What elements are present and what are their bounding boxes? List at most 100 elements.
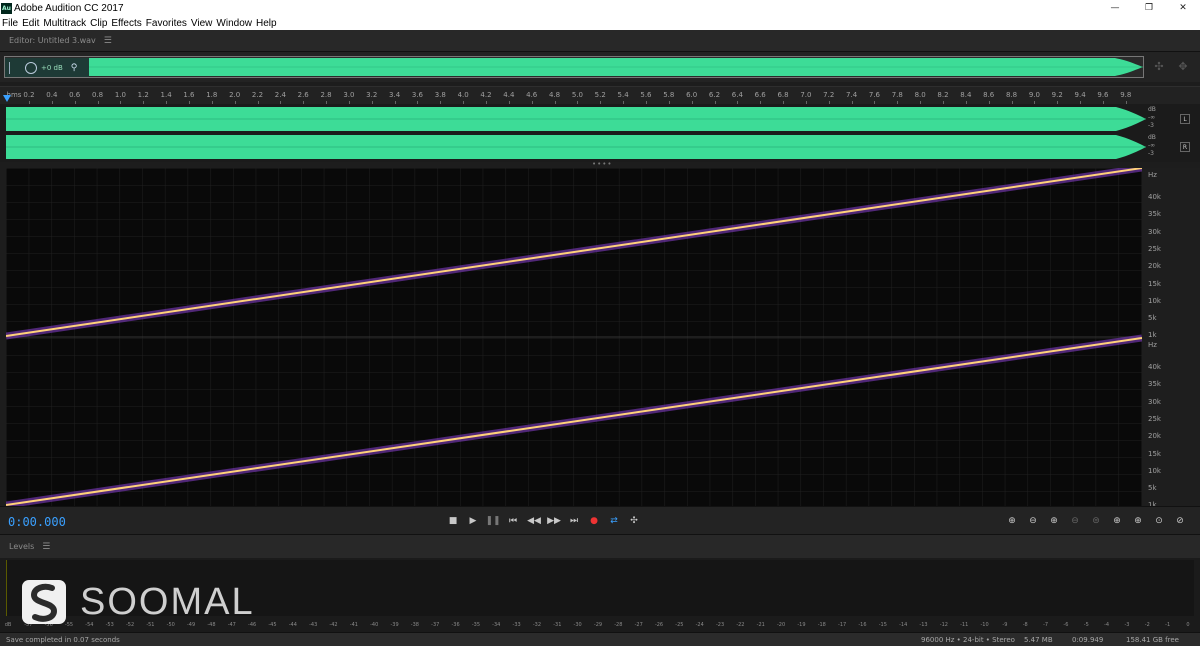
levels-menu-icon[interactable]: ☰ bbox=[42, 542, 50, 552]
frequency-unit-label: Hz bbox=[1148, 171, 1157, 179]
fast-forward-button[interactable]: ▶▶ bbox=[546, 514, 562, 528]
status-bar: Save completed in 0.07 seconds 96000 Hz … bbox=[0, 632, 1200, 646]
level-scale-label: -9 bbox=[1002, 622, 1008, 628]
record-button[interactable]: ● bbox=[586, 514, 602, 528]
menu-edit[interactable]: Edit bbox=[22, 18, 39, 29]
menu-clip[interactable]: Clip bbox=[90, 18, 107, 29]
soomal-logo-icon bbox=[22, 580, 66, 624]
rewind-button[interactable]: ◀◀ bbox=[526, 514, 542, 528]
ruler-label: 9.6 bbox=[1097, 91, 1109, 99]
menu-favorites[interactable]: Favorites bbox=[146, 18, 187, 29]
ruler-label: 9.4 bbox=[1074, 91, 1086, 99]
level-scale-label: -42 bbox=[329, 622, 338, 628]
zoom-out-amplitude-icon[interactable]: ⊖ bbox=[1025, 514, 1041, 528]
left-channel-toggle[interactable]: L bbox=[1180, 114, 1190, 124]
free-space: 158.41 GB free bbox=[1126, 636, 1179, 644]
skip-to-end-button[interactable]: ⏭ bbox=[566, 514, 582, 528]
ruler-label: 8.0 bbox=[914, 91, 926, 99]
maximize-button[interactable]: ❐ bbox=[1132, 0, 1166, 16]
ruler-label: 8.2 bbox=[937, 91, 949, 99]
sample-format: 96000 Hz • 24-bit • Stereo bbox=[921, 636, 1015, 644]
level-scale-label: -27 bbox=[634, 622, 643, 628]
current-time-display[interactable]: 0:00.000 bbox=[8, 515, 66, 529]
zoom-in-amplitude-icon[interactable]: ⊕ bbox=[1004, 514, 1020, 528]
level-scale-label: -20 bbox=[777, 622, 786, 628]
editor-panel-header: Editor: Untitled 3.wav ☰ bbox=[0, 30, 1200, 52]
frequency-label: 20k bbox=[1148, 432, 1161, 441]
zoom-in-time-icon[interactable]: ⊕ bbox=[1046, 514, 1062, 528]
level-scale-label: -1 bbox=[1165, 622, 1171, 628]
ruler-label: 5.2 bbox=[594, 91, 606, 99]
right-channel-toggle[interactable]: R bbox=[1180, 142, 1190, 152]
level-scale-label: -22 bbox=[736, 622, 745, 628]
ruler-label: 7.8 bbox=[891, 91, 903, 99]
waveform-view[interactable]: dB -∞ -3 dB -∞ -3 L R bbox=[0, 104, 1200, 162]
level-scale-label: -10 bbox=[980, 622, 989, 628]
level-scale-label: -14 bbox=[899, 622, 908, 628]
left-channel-waveform[interactable] bbox=[6, 106, 1146, 132]
minimize-button[interactable]: — bbox=[1098, 0, 1132, 16]
loop-playback-button[interactable]: ⇄ bbox=[606, 514, 622, 528]
level-scale-label: -2 bbox=[1144, 622, 1150, 628]
zoom-out-full-icon[interactable]: ⊜ bbox=[1088, 514, 1104, 528]
file-size: 5.47 MB bbox=[1024, 636, 1053, 644]
level-scale-label: -13 bbox=[919, 622, 928, 628]
level-scale-label: -34 bbox=[492, 622, 501, 628]
right-channel-waveform[interactable] bbox=[6, 134, 1146, 160]
ruler-label: 1.0 bbox=[114, 91, 126, 99]
level-scale-label: -28 bbox=[614, 622, 623, 628]
zoom-in-right-edge-icon[interactable]: ⊕ bbox=[1130, 514, 1146, 528]
zoom-selection-icon[interactable]: ⊙ bbox=[1151, 514, 1167, 528]
ruler-label: 6.8 bbox=[777, 91, 789, 99]
ruler-label: 4.8 bbox=[548, 91, 561, 99]
zoom-reset-time-icon[interactable]: ⊘ bbox=[1172, 514, 1188, 528]
skip-selection-button[interactable]: ✣ bbox=[626, 514, 642, 528]
panel-resize-handle[interactable]: •••• bbox=[592, 160, 613, 168]
menu-effects[interactable]: Effects bbox=[111, 18, 141, 29]
gain-knob[interactable] bbox=[25, 61, 37, 74]
left-db-scale: dB -∞ -3 bbox=[1148, 106, 1170, 132]
overview-waveform[interactable]: +0 dB ⚲ bbox=[4, 56, 1144, 78]
frequency-label: 5k bbox=[1148, 484, 1157, 493]
overview-wave-shape bbox=[5, 58, 1143, 76]
soomal-logo-shape bbox=[30, 583, 58, 622]
ruler-label: 0.4 bbox=[46, 91, 58, 99]
close-button[interactable]: ✕ bbox=[1166, 0, 1200, 16]
level-scale-label: -38 bbox=[410, 622, 419, 628]
menu-help[interactable]: Help bbox=[256, 18, 277, 29]
stop-button[interactable]: ■ bbox=[445, 514, 461, 528]
level-scale-label: -44 bbox=[288, 622, 297, 628]
spectral-frequency-display[interactable] bbox=[6, 168, 1142, 506]
level-scale-label: dB bbox=[4, 622, 12, 628]
menu-window[interactable]: Window bbox=[216, 18, 252, 29]
editor-title[interactable]: Editor: Untitled 3.wav bbox=[9, 36, 96, 45]
level-scale-label: -8 bbox=[1022, 622, 1028, 628]
ruler-label: 5.6 bbox=[640, 91, 652, 99]
time-ruler[interactable]: hms 0.2 0.4 0.6 0.8 1.0 1.2 1.4 1.6 1.8 2.0 2.2 2.4… bbox=[0, 86, 1200, 105]
zoom-reset-icon[interactable]: ✣ bbox=[1152, 60, 1166, 74]
menu-multitrack[interactable]: Multitrack bbox=[43, 18, 86, 29]
ruler-label: 9.2 bbox=[1051, 91, 1063, 99]
menu-view[interactable]: View bbox=[191, 18, 213, 29]
frequency-unit-label: Hz bbox=[1148, 341, 1157, 349]
editor-menu-icon[interactable]: ☰ bbox=[104, 36, 112, 46]
level-scale-label: -24 bbox=[695, 622, 704, 628]
playhead-marker-icon[interactable] bbox=[3, 95, 11, 102]
zoom-in-left-edge-icon[interactable]: ⊕ bbox=[1109, 514, 1125, 528]
frequency-axis: Hz 40k 35k 30k 25k 20k 15k 10k 5k 1k Hz 40k 35k 30k 25… bbox=[1142, 168, 1200, 509]
app-icon: Au bbox=[1, 2, 12, 14]
skip-to-start-button[interactable]: ⏮ bbox=[505, 514, 521, 528]
ruler-label: 7.0 bbox=[800, 91, 812, 99]
level-scale-label: -25 bbox=[675, 622, 684, 628]
zoom-full-icon[interactable]: ✥ bbox=[1176, 60, 1190, 74]
levels-title[interactable]: Levels bbox=[9, 542, 34, 551]
menu-file[interactable]: File bbox=[2, 18, 18, 29]
zoom-out-time-icon[interactable]: ⊖ bbox=[1067, 514, 1083, 528]
left-wave-shape bbox=[6, 107, 1146, 131]
pin-icon[interactable]: ⚲ bbox=[71, 63, 78, 73]
frequency-label: 40k bbox=[1148, 363, 1161, 371]
pause-button[interactable]: ❚❚ bbox=[485, 514, 501, 528]
play-button[interactable]: ▶ bbox=[465, 514, 481, 528]
level-scale-label: -3 bbox=[1124, 622, 1130, 628]
ruler-label: 6.0 bbox=[686, 91, 698, 99]
